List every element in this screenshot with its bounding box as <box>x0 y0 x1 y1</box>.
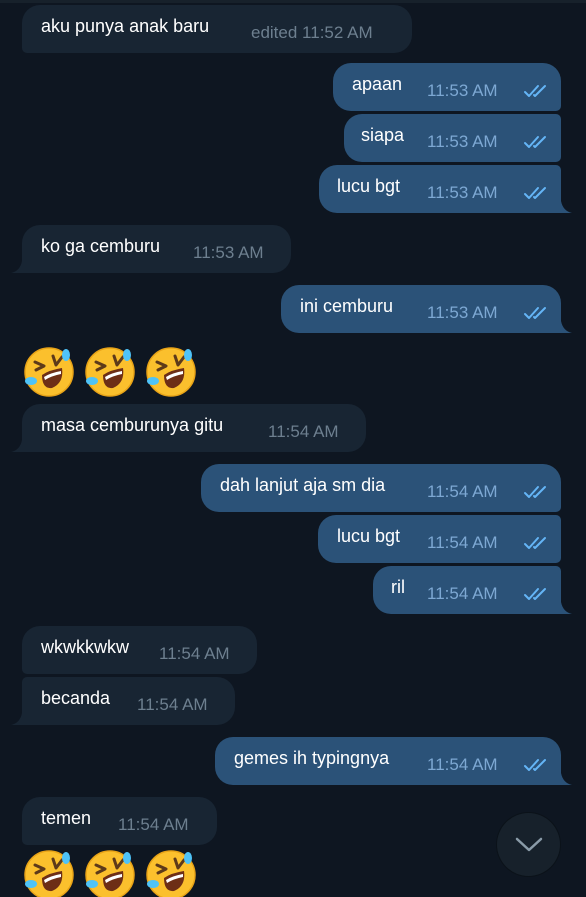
message-time: 11:53 AM <box>193 243 264 262</box>
message-text: siapa <box>361 125 405 145</box>
message-bubble-incoming[interactable]: ko ga cemburu 11:53 AM <box>22 225 291 273</box>
message-time: 11:54 AM <box>427 755 498 774</box>
message-bubble-incoming[interactable]: becanda 11:54 AM <box>22 677 235 725</box>
bubble-tail <box>561 602 572 614</box>
message-text: gemes ih typingnya <box>234 748 390 768</box>
message-bubble-outgoing[interactable]: dah lanjut aja sm dia 11:54 AM <box>201 464 561 512</box>
bubble-tail <box>561 201 572 213</box>
read-double-check-icon <box>524 486 546 498</box>
message-text: becanda <box>41 688 111 708</box>
scroll-to-bottom-button[interactable] <box>497 813 560 876</box>
message-text: apaan <box>352 74 403 94</box>
message-bubble-outgoing[interactable]: lucu bgt 11:53 AM <box>319 165 561 213</box>
message-bubble-outgoing[interactable]: ril 11:54 AM <box>373 566 561 614</box>
message-bubble-incoming[interactable]: temen 11:54 AM <box>22 797 217 845</box>
read-double-check-icon <box>524 537 546 549</box>
message-text: lucu bgt <box>337 176 401 196</box>
message-bubble-incoming[interactable]: masa cemburunya gitu 11:54 AM <box>22 404 366 452</box>
chevron-down-icon <box>515 837 543 852</box>
message-text: temen <box>41 808 92 828</box>
message-time: 11:54 AM <box>268 422 339 441</box>
message-time: 11:54 AM <box>137 695 208 714</box>
chat-header-edge <box>0 0 586 3</box>
rolling-on-the-floor-laughing-emoji <box>24 850 74 897</box>
read-double-check-icon <box>524 759 546 771</box>
message-text: ini cemburu <box>300 296 394 316</box>
rolling-on-the-floor-laughing-emoji <box>85 850 135 897</box>
bubble-tail <box>11 261 22 273</box>
bubble-tail <box>561 773 572 785</box>
message-text: aku punya anak baru <box>41 16 210 36</box>
rolling-on-the-floor-laughing-emoji <box>146 850 196 897</box>
rolling-on-the-floor-laughing-emoji <box>146 347 196 397</box>
message-text: ko ga cemburu <box>41 236 161 256</box>
read-double-check-icon <box>524 307 546 319</box>
read-double-check-icon <box>524 588 546 600</box>
read-double-check-icon <box>524 85 546 97</box>
chat-history[interactable]: aku punya anak baru edited 11:52 AM apaa… <box>0 0 586 897</box>
bubble-tail <box>11 440 22 452</box>
message-bubble-incoming[interactable]: aku punya anak baru edited 11:52 AM <box>22 5 412 53</box>
message-text: ril <box>391 577 405 597</box>
message-text: dah lanjut aja sm dia <box>220 475 386 495</box>
bubble-tail <box>11 713 22 725</box>
read-double-check-icon <box>524 136 546 148</box>
rolling-on-the-floor-laughing-emoji <box>24 347 74 397</box>
message-bubble-outgoing[interactable]: lucu bgt 11:54 AM <box>318 515 561 563</box>
emoji-message[interactable] <box>22 848 202 897</box>
message-time: 11:53 AM <box>427 132 498 151</box>
read-double-check-icon <box>524 187 546 199</box>
message-time: 11:53 AM <box>427 303 498 322</box>
bubble-tail <box>561 321 572 333</box>
message-bubble-outgoing[interactable]: apaan 11:53 AM <box>333 63 561 111</box>
message-bubble-outgoing[interactable]: siapa 11:53 AM <box>344 114 561 162</box>
message-bubble-incoming[interactable]: wkwkkwkw 11:54 AM <box>22 626 257 674</box>
message-time: 11:53 AM <box>427 183 498 202</box>
message-time: edited 11:52 AM <box>251 23 373 42</box>
message-time: 11:54 AM <box>159 644 230 663</box>
message-text: wkwkkwkw <box>41 637 129 657</box>
message-text: masa cemburunya gitu <box>41 415 224 435</box>
rolling-on-the-floor-laughing-emoji <box>85 347 135 397</box>
message-bubble-outgoing[interactable]: ini cemburu 11:53 AM <box>281 285 561 333</box>
message-time: 11:54 AM <box>427 482 498 501</box>
message-time: 11:54 AM <box>427 584 498 603</box>
message-time: 11:53 AM <box>427 81 498 100</box>
emoji-message[interactable] <box>22 345 202 401</box>
message-time: 11:54 AM <box>427 533 498 552</box>
message-time: 11:54 AM <box>118 815 189 834</box>
message-bubble-outgoing[interactable]: gemes ih typingnya 11:54 AM <box>215 737 561 785</box>
message-text: lucu bgt <box>337 526 401 546</box>
